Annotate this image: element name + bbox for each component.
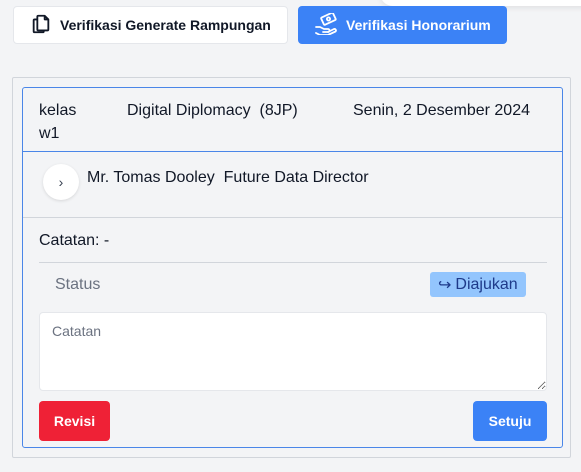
revisi-button[interactable]: Revisi [39,401,110,441]
copy-document-icon [30,13,52,38]
note-row: Catatan: - [23,218,562,262]
class-label: kelas w1 [39,102,77,142]
expand-button[interactable]: › [43,164,79,200]
tab-honorarium-label: Verifikasi Honorarium [346,17,491,33]
verification-panel: kelas w1 Digital Diplomacy (8JP) Senin, … [12,77,571,458]
tab-generate-label: Verifikasi Generate Rampungan [60,17,271,33]
session-header: kelas w1 Digital Diplomacy (8JP) Senin, … [23,88,562,152]
course-name: Digital Diplomacy (8JP) [127,102,298,119]
tab-verifikasi-honorarium[interactable]: Verifikasi Honorarium [298,6,507,44]
note-text: Catatan: - [39,232,110,249]
tab-verifikasi-generate-rampungan[interactable]: Verifikasi Generate Rampungan [13,6,288,44]
status-badge-text: Diajukan [455,275,518,293]
catatan-textarea[interactable] [39,312,547,391]
person-row: › Mr. Tomas Dooley Future Data Director [23,152,562,218]
status-label: Status [55,276,101,293]
honorarium-card: kelas w1 Digital Diplomacy (8JP) Senin, … [22,87,563,448]
session-date: Senin, 2 Desember 2024 [353,102,530,119]
setuju-button[interactable]: Setuju [473,401,547,441]
status-badge: ↪ Diajukan [430,272,526,297]
person-name-title: Mr. Tomas Dooley Future Data Director [87,169,369,186]
share-arrow-icon: ↪ [438,276,452,294]
divider [39,262,547,263]
chevron-right-icon: › [58,174,64,190]
hand-money-icon [314,11,338,38]
